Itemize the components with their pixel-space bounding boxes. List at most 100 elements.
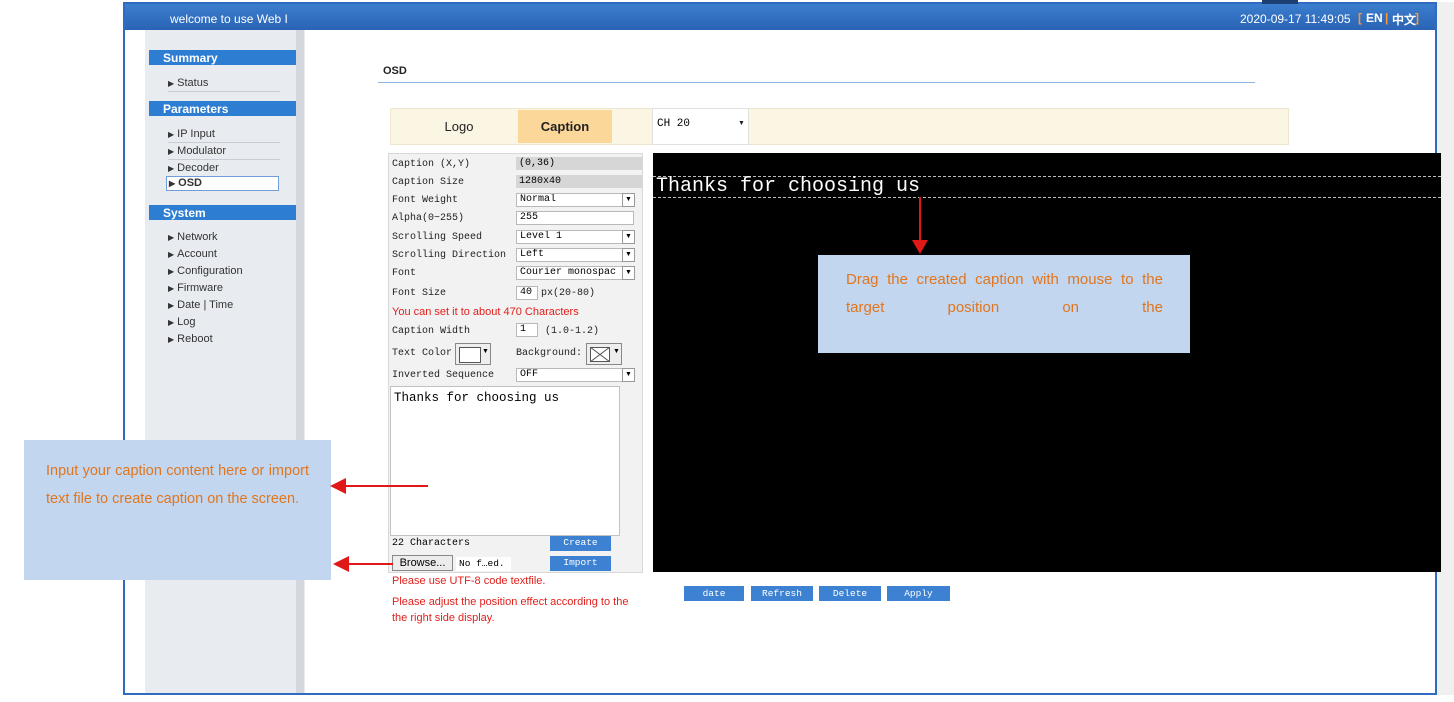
chevron-down-icon[interactable]: ▼	[622, 230, 635, 244]
font-label: Font	[392, 268, 417, 279]
divider	[168, 159, 280, 160]
lang-cn-link[interactable]: 中文	[1392, 11, 1416, 28]
triangle-right-icon: ▶	[168, 233, 175, 242]
divider	[168, 142, 280, 143]
chevron-down-icon[interactable]: ▼	[622, 193, 635, 207]
triangle-right-icon: ▶	[168, 318, 175, 327]
background-label: Background:	[516, 348, 583, 359]
sidebar-item-label: Modulator	[177, 145, 227, 157]
arrow-left-icon	[333, 556, 393, 572]
sidebar-item-firmware[interactable]: ▶ Firmware	[168, 282, 223, 294]
chevron-down-icon[interactable]: ▼	[622, 266, 635, 280]
page-title: OSD	[383, 65, 407, 77]
sidebar-item-label: Decoder	[177, 162, 219, 174]
caption-size-label: Caption Size	[392, 177, 465, 188]
triangle-right-icon: ▶	[168, 79, 175, 88]
chevron-down-icon: ▼	[738, 120, 745, 127]
drag-instruction-callout: Drag the created caption with mouse to t…	[818, 255, 1190, 353]
inverted-sequence-select[interactable]: OFF	[516, 368, 633, 382]
triangle-right-icon: ▶	[168, 301, 175, 310]
section-system: System	[149, 205, 296, 220]
font-select[interactable]: Courier monospac	[516, 266, 633, 280]
apply-button[interactable]: Apply	[887, 586, 950, 601]
color-swatch	[459, 347, 481, 363]
caption-textarea[interactable]: Thanks for choosing us	[390, 386, 620, 536]
sidebar-item-reboot[interactable]: ▶ Reboot	[168, 333, 213, 345]
lang-separator: |	[1385, 11, 1389, 25]
sidebar-item-modulator[interactable]: ▶ Modulator	[168, 145, 226, 157]
lang-bracket-open: [	[1358, 11, 1362, 25]
channel-select[interactable]: CH 20	[652, 108, 749, 145]
triangle-right-icon: ▶	[168, 335, 175, 344]
section-summary: Summary	[149, 50, 296, 65]
date-button[interactable]: date	[684, 586, 744, 601]
refresh-button[interactable]: Refresh	[751, 586, 813, 601]
font-size-range: px(20-80)	[541, 288, 596, 299]
import-button[interactable]: Import	[550, 556, 611, 571]
triangle-right-icon: ▶	[168, 164, 175, 173]
text-color-picker[interactable]: ▼	[455, 343, 491, 365]
arrow-left-icon	[330, 478, 428, 494]
sidebar-item-log[interactable]: ▶ Log	[168, 316, 196, 328]
sidebar-item-label: OSD	[178, 177, 202, 189]
divider	[168, 91, 280, 92]
transparent-icon	[590, 347, 610, 362]
font-weight-label: Font Weight	[392, 195, 459, 206]
sidebar-item-osd[interactable]: ▶ OSD	[166, 176, 279, 191]
sidebar-item-label: Log	[177, 316, 196, 328]
scrolling-speed-label: Scrolling Speed	[392, 232, 483, 243]
caption-width-range: (1.0-1.2)	[545, 326, 600, 337]
osd-preview[interactable]	[653, 153, 1441, 572]
scrolling-speed-select[interactable]: Level 1	[516, 230, 633, 244]
alpha-input[interactable]: 255	[516, 211, 634, 225]
section-parameters: Parameters	[149, 101, 296, 116]
scrolling-direction-select[interactable]: Left	[516, 248, 633, 262]
caption-width-label: Caption Width	[392, 326, 471, 337]
delete-button[interactable]: Delete	[819, 586, 881, 601]
title-divider	[378, 82, 1255, 83]
preview-caption-text[interactable]: Thanks for choosing us	[656, 175, 920, 198]
background-color-picker[interactable]: ▼	[586, 343, 622, 365]
lang-bracket-close: ]	[1415, 11, 1419, 25]
sidebar-item-decoder[interactable]: ▶ Decoder	[168, 162, 219, 174]
lang-en-link[interactable]: EN	[1366, 11, 1383, 25]
sidebar-item-label: Reboot	[177, 333, 213, 345]
triangle-right-icon: ▶	[169, 179, 176, 188]
font-weight-select[interactable]: Normal	[516, 193, 633, 207]
triangle-right-icon: ▶	[168, 147, 175, 156]
sidebar-item-network[interactable]: ▶ Network	[168, 231, 218, 243]
sidebar-item-configuration[interactable]: ▶ Configuration	[168, 265, 243, 277]
sidebar-item-ip-input[interactable]: ▶ IP Input	[168, 128, 215, 140]
caption-width-input[interactable]: 1	[516, 323, 538, 337]
sidebar-item-label: Account	[177, 248, 217, 260]
triangle-right-icon: ▶	[168, 250, 175, 259]
triangle-right-icon: ▶	[168, 267, 175, 276]
sidebar-item-label: Firmware	[177, 282, 223, 294]
caption-xy-value: (0,36)	[516, 157, 642, 170]
welcome-text: welcome to use Web I	[170, 12, 288, 26]
arrow-line	[919, 197, 921, 242]
chevron-down-icon[interactable]: ▼	[622, 248, 635, 262]
tab-logo[interactable]: Logo	[400, 110, 518, 143]
sidebar-item-account[interactable]: ▶ Account	[168, 248, 217, 260]
sidebar-item-label: Date | Time	[177, 299, 234, 311]
browse-button[interactable]: Browse...	[392, 555, 453, 571]
chevron-down-icon: ▼	[613, 348, 620, 355]
character-limit-tip: You can set it to about 470 Characters	[392, 306, 579, 318]
text-color-label: Text Color	[392, 348, 453, 359]
create-button[interactable]: Create	[550, 536, 611, 551]
arrow-down-icon	[912, 240, 928, 254]
input-instruction-callout: Input your caption content here or impor…	[24, 440, 331, 580]
caption-xy-label: Caption (X,Y)	[392, 159, 471, 170]
alpha-label: Alpha(0~255)	[392, 213, 465, 224]
caption-size-value: 1280x40	[516, 175, 642, 188]
chevron-down-icon[interactable]: ▼	[622, 368, 635, 382]
sidebar-item-label: IP Input	[177, 128, 215, 140]
tab-caption[interactable]: Caption	[518, 110, 612, 143]
triangle-right-icon: ▶	[168, 284, 175, 293]
font-size-input[interactable]: 40	[516, 286, 538, 300]
sidebar-item-status[interactable]: ▶ Status	[168, 77, 208, 89]
sidebar-item-date-time[interactable]: ▶ Date | Time	[168, 299, 233, 311]
sidebar-item-label: Network	[177, 231, 218, 243]
triangle-right-icon: ▶	[168, 130, 175, 139]
